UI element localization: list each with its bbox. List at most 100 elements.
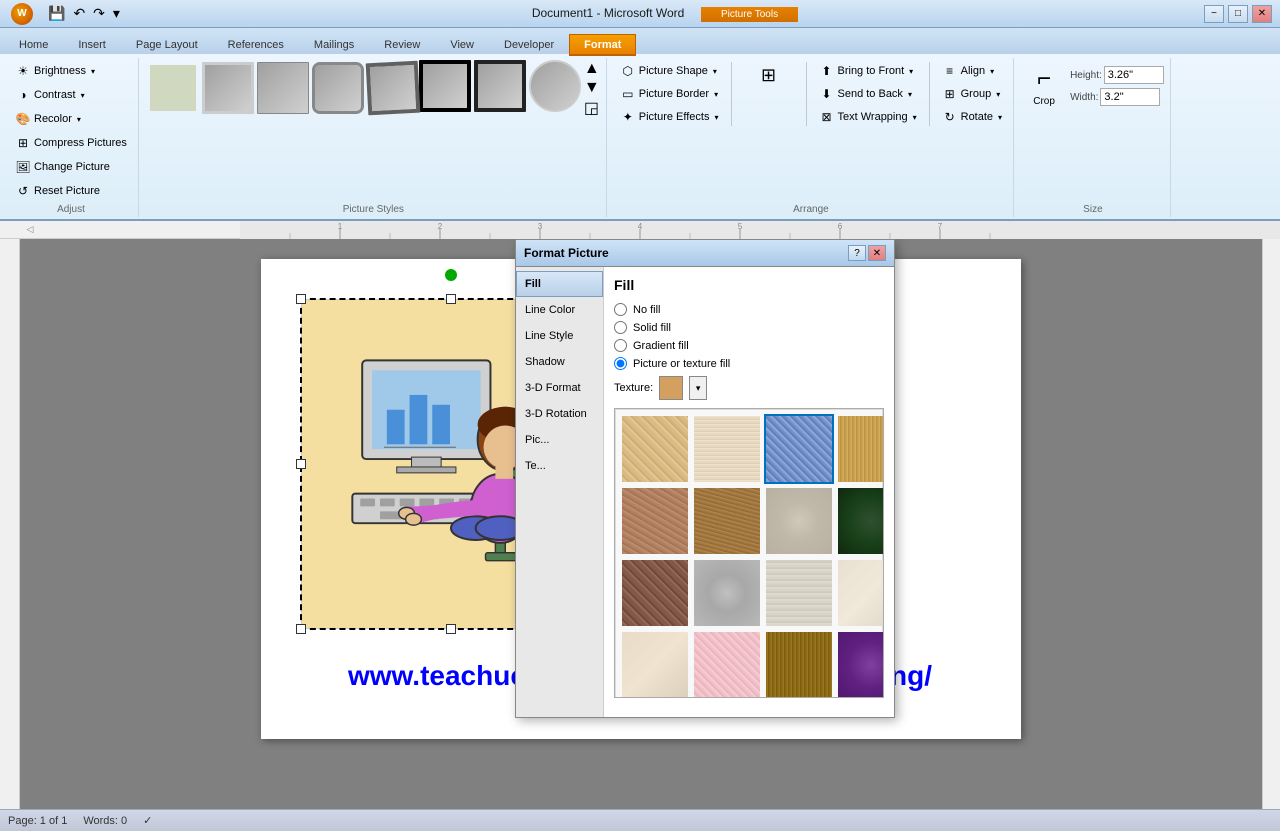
nav-3d-rotation[interactable]: 3-D Rotation	[516, 401, 603, 427]
style-2[interactable]	[202, 62, 254, 114]
handle-top-middle[interactable]	[446, 294, 456, 304]
handle-bottom-left[interactable]	[296, 624, 306, 634]
texture-sand[interactable]	[764, 486, 834, 556]
nav-3d-format[interactable]: 3-D Format	[516, 375, 603, 401]
texture-tan[interactable]	[620, 630, 690, 698]
contrast-button[interactable]: ◑ Contrast ▾	[10, 84, 90, 106]
nav-shadow[interactable]: Shadow	[516, 349, 603, 375]
send-to-back-button[interactable]: ⬇ Send to Back ▾	[814, 83, 922, 105]
picture-effects-button[interactable]: ✦ Picture Effects ▾	[615, 106, 724, 128]
texture-reed[interactable]	[692, 486, 762, 556]
nav-line-style[interactable]: Line Style	[516, 323, 603, 349]
page-status: Page: 1 of 1	[8, 815, 67, 827]
texture-purple[interactable]	[836, 630, 884, 698]
tab-page-layout[interactable]: Page Layout	[121, 34, 213, 54]
styles-more[interactable]: ◲	[584, 98, 600, 118]
texture-dark-green[interactable]	[836, 486, 884, 556]
picture-border-button[interactable]: ▭ Picture Border ▾	[615, 83, 724, 105]
styles-scroll-down[interactable]: ▼	[584, 79, 600, 97]
nav-picture[interactable]: Pic...	[516, 427, 603, 453]
style-5[interactable]	[366, 60, 421, 115]
style-7[interactable]	[474, 60, 526, 112]
texture-recycled[interactable]	[764, 558, 834, 628]
text-wrapping-icon: ⊠	[819, 109, 835, 125]
tab-developer[interactable]: Developer	[489, 34, 569, 54]
solid-fill-label: Solid fill	[633, 322, 671, 334]
undo-button[interactable]: ↶	[71, 3, 87, 24]
tab-format[interactable]: Format	[569, 34, 636, 56]
dialog-help-button[interactable]: ?	[848, 245, 866, 261]
reset-picture-button[interactable]: ↺ Reset Picture	[10, 180, 105, 202]
style-4[interactable]	[312, 62, 364, 114]
handle-bottom-middle[interactable]	[446, 624, 456, 634]
picture-shape-button[interactable]: ⬡ Picture Shape ▾	[615, 60, 724, 82]
save-button[interactable]: 💾	[46, 3, 67, 24]
group-button[interactable]: ⊞ Group ▾	[937, 83, 1007, 105]
tab-view[interactable]: View	[435, 34, 489, 54]
tab-review[interactable]: Review	[369, 34, 435, 54]
compress-pictures-button[interactable]: ⊞ Compress Pictures	[10, 132, 132, 154]
tab-mailings[interactable]: Mailings	[299, 34, 369, 54]
office-button[interactable]: W	[11, 3, 33, 25]
picture-styles-group-label: Picture Styles	[147, 202, 600, 215]
texture-scroll-area[interactable]	[614, 408, 884, 698]
dialog-sidebar: Fill Line Color Line Style Shadow 3-D Fo…	[516, 267, 604, 717]
height-label: Height:	[1070, 70, 1102, 81]
bring-to-front-button[interactable]: ⬆ Bring to Front ▾	[814, 60, 922, 82]
svg-text:7: 7	[938, 222, 943, 231]
rotate-button[interactable]: ↻ Rotate ▾	[937, 106, 1007, 128]
style-8[interactable]	[529, 60, 581, 112]
text-wrapping-button[interactable]: ⊠ Text Wrapping ▾	[814, 106, 922, 128]
brightness-button[interactable]: ☀ Brightness ▾	[10, 60, 100, 82]
texture-preview[interactable]	[659, 376, 683, 400]
gradient-fill-radio[interactable]	[614, 339, 627, 352]
texture-dropdown[interactable]: ▾	[689, 376, 707, 400]
texture-wheat[interactable]	[620, 414, 690, 484]
reset-icon: ↺	[15, 183, 31, 199]
tab-references[interactable]: References	[213, 34, 299, 54]
tab-insert[interactable]: Insert	[63, 34, 121, 54]
style-3[interactable]	[257, 62, 309, 114]
qat-dropdown-button[interactable]: ▾	[111, 3, 122, 24]
texture-blue-weave[interactable]	[764, 414, 834, 484]
width-input[interactable]	[1100, 88, 1160, 106]
nav-line-color[interactable]: Line Color	[516, 297, 603, 323]
style-6[interactable]	[419, 60, 471, 112]
redo-button[interactable]: ↷	[91, 3, 107, 24]
nav-fill[interactable]: Fill	[516, 271, 603, 297]
texture-linen[interactable]	[692, 414, 762, 484]
minimize-button[interactable]: −	[1204, 5, 1224, 23]
texture-medium-wood[interactable]	[764, 630, 834, 698]
change-picture-button[interactable]: 🖼 Change Picture	[10, 156, 115, 178]
texture-granite[interactable]	[692, 558, 762, 628]
texture-parchment[interactable]	[836, 558, 884, 628]
picture-texture-radio[interactable]	[614, 357, 627, 370]
close-button[interactable]: ✕	[1252, 5, 1272, 23]
svg-text:6: 6	[838, 222, 843, 231]
maximize-button[interactable]: □	[1228, 5, 1248, 23]
handle-middle-left[interactable]	[296, 459, 306, 469]
nav-text-box[interactable]: Te...	[516, 453, 603, 479]
texture-pink[interactable]	[692, 630, 762, 698]
rotation-handle[interactable]	[445, 269, 457, 281]
solid-fill-radio[interactable]	[614, 321, 627, 334]
texture-brown-marble[interactable]	[620, 558, 690, 628]
texture-grid	[615, 409, 883, 698]
tab-home[interactable]: Home	[4, 34, 63, 54]
styles-scroll-up[interactable]: ▲	[584, 60, 600, 78]
dialog-close-button[interactable]: ✕	[868, 245, 886, 261]
style-1[interactable]	[147, 62, 199, 114]
crop-button[interactable]: ⌐ Crop	[1022, 60, 1066, 112]
group-arrow: ▾	[996, 90, 1000, 99]
texture-burlap[interactable]	[836, 414, 884, 484]
align-button[interactable]: ≡ Align ▾	[937, 60, 1007, 82]
position-button[interactable]: ⊞	[739, 60, 799, 94]
texture-selector-row: Texture: ▾	[614, 376, 884, 400]
height-input[interactable]	[1104, 66, 1164, 84]
texture-brown-paper[interactable]	[620, 486, 690, 556]
ruler: ◁ 1 2 3 4 5 6 7	[0, 221, 1280, 239]
no-fill-radio[interactable]	[614, 303, 627, 316]
handle-top-left[interactable]	[296, 294, 306, 304]
adjust-group-content: ☀ Brightness ▾ ◑ Contrast ▾ 🎨 Recolor ▾ …	[10, 60, 132, 202]
recolor-button[interactable]: 🎨 Recolor ▾	[10, 108, 86, 130]
